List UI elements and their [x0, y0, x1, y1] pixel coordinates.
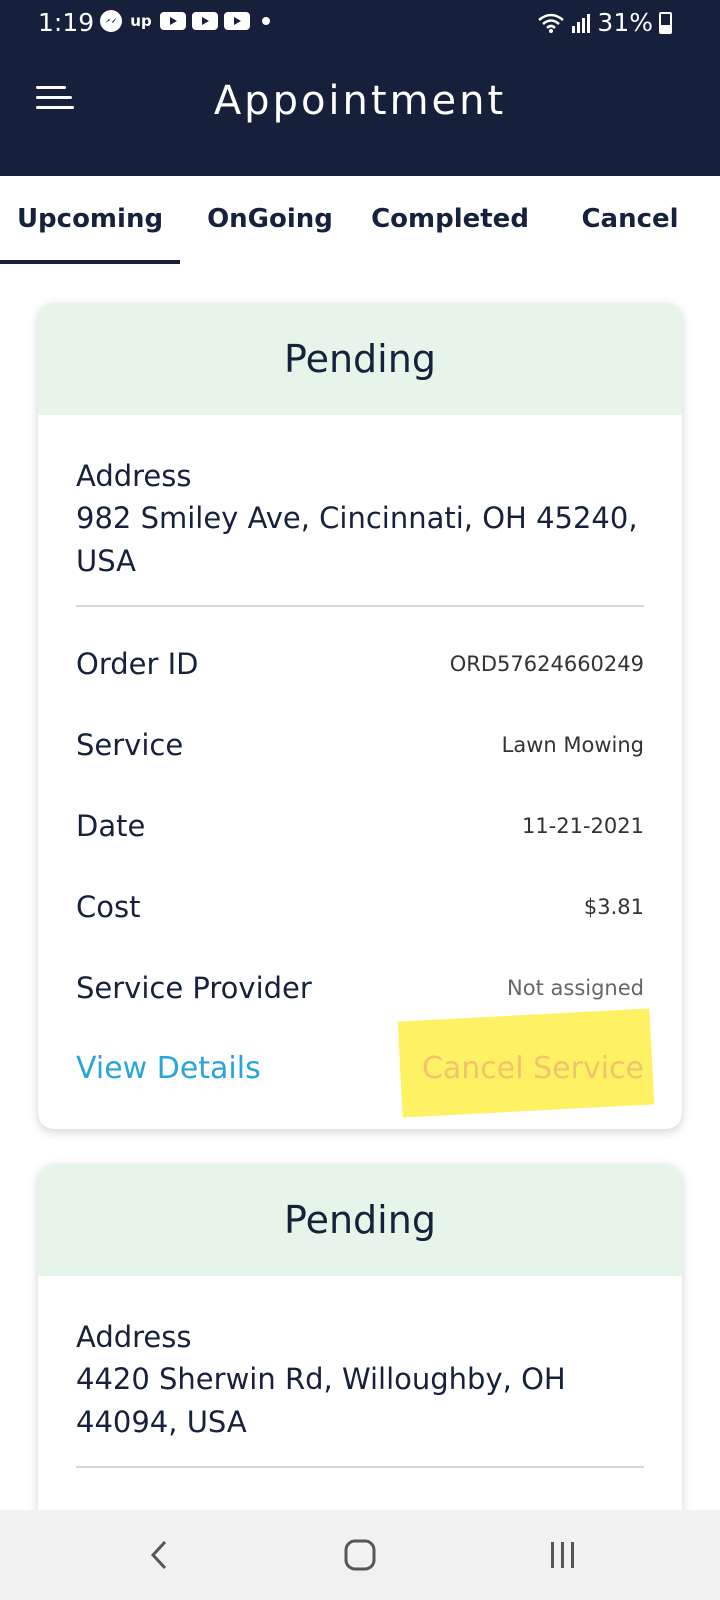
cost-row: Cost $3.81 [76, 866, 644, 947]
order-id-value: ORD57624660249 [449, 651, 644, 676]
tab-cancel[interactable]: Cancel [540, 204, 720, 234]
tab-completed[interactable]: Completed [360, 204, 540, 234]
wifi-icon [537, 12, 565, 34]
date-label: Date [76, 808, 146, 843]
youtube-icon [160, 12, 186, 30]
service-row: Service Lawn Mowing [76, 704, 644, 785]
signal-icon [571, 12, 591, 34]
cancel-service-button[interactable]: Cancel Service [422, 1051, 644, 1086]
active-tab-indicator [0, 260, 180, 264]
messenger-icon [100, 10, 122, 32]
cost-label: Cost [76, 889, 141, 924]
service-provider-label: Service Provider [76, 970, 312, 1005]
cancel-service-area: Cancel Service [397, 1007, 655, 1118]
app-header: 1:19 up 31% Appointment [0, 0, 720, 176]
service-provider-value: Not assigned [507, 975, 644, 1000]
notification-icons: up [100, 9, 270, 33]
youtube-icon [224, 12, 250, 30]
status-banner: Pending [38, 1164, 682, 1276]
service-value: Lawn Mowing [501, 732, 644, 757]
appointment-tabs: Upcoming OnGoing Completed Cancel [0, 176, 720, 266]
status-time: 1:19 [38, 8, 95, 37]
system-nav-bar [0, 1510, 720, 1600]
ux-icon: up [130, 12, 152, 30]
status-banner: Pending [38, 303, 682, 415]
date-row: Date 11-21-2021 [76, 785, 644, 866]
tab-ongoing[interactable]: OnGoing [180, 204, 360, 234]
address-label: Address [76, 459, 192, 493]
address-value: 4420 Sherwin Rd, Willoughby, OH 44094, U… [76, 1362, 566, 1439]
more-notifications-dot-icon [262, 17, 270, 25]
battery-percentage: 31% [597, 8, 653, 37]
address-label: Address [76, 1320, 192, 1354]
order-id-row: Order ID ORD57624660249 [76, 623, 644, 704]
cost-value: $3.81 [583, 894, 644, 919]
back-icon[interactable] [134, 1530, 184, 1580]
address-value: 982 Smiley Ave, Cincinnati, OH 45240, US… [76, 501, 638, 578]
status-right: 31% [537, 8, 672, 37]
view-details-link[interactable]: View Details [76, 1051, 261, 1086]
date-value: 11-21-2021 [521, 813, 644, 838]
status-bar: 1:19 up 31% [0, 0, 720, 44]
page-title: Appointment [213, 78, 507, 124]
battery-icon [659, 11, 672, 34]
recent-apps-icon[interactable] [538, 1530, 588, 1580]
divider [76, 1466, 644, 1468]
youtube-icon [192, 12, 218, 30]
home-icon[interactable] [335, 1530, 385, 1580]
card-actions: View Details Cancel Service [76, 1007, 655, 1118]
appointment-card: Pending Address 982 Smiley Ave, Cincinna… [38, 303, 682, 1129]
service-label: Service [76, 727, 184, 762]
tab-upcoming[interactable]: Upcoming [0, 204, 180, 234]
order-id-label: Order ID [76, 646, 199, 681]
